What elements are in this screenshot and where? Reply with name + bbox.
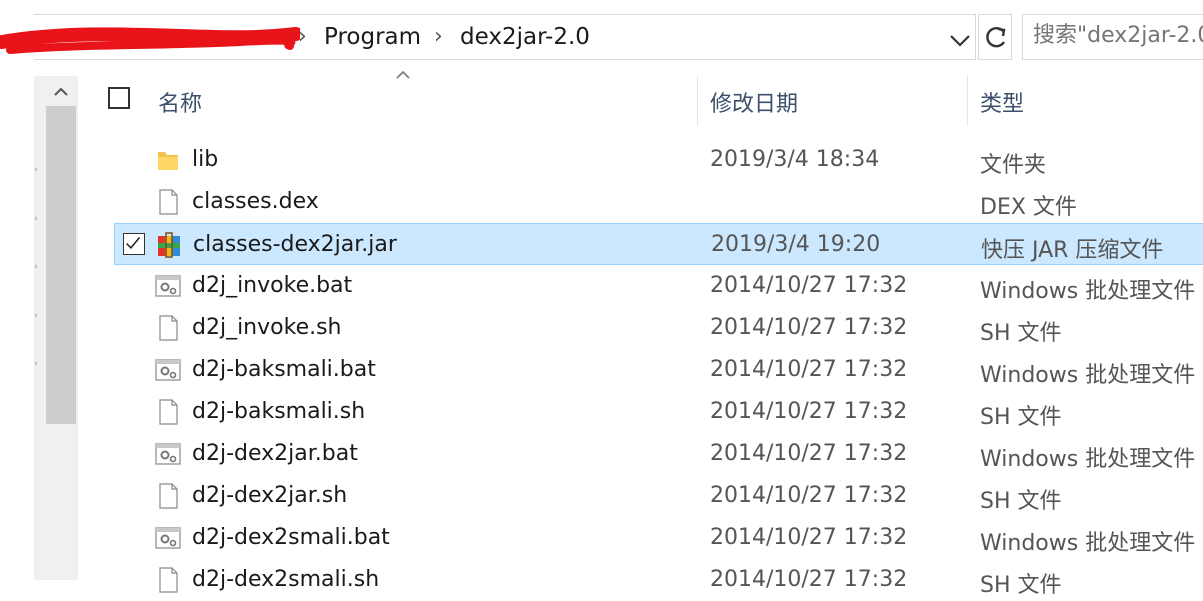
archive-icon xyxy=(158,232,180,258)
file-name[interactable]: d2j-dex2jar.sh xyxy=(192,483,347,508)
file-type: Windows 批处理文件 xyxy=(980,363,1196,388)
file-date: 2014/10/27 17:32 xyxy=(710,357,908,382)
refresh-button[interactable] xyxy=(978,14,1012,60)
file-date: 2014/10/27 17:32 xyxy=(710,399,908,424)
file-date: 2014/10/27 17:32 xyxy=(710,483,908,508)
file-date: 2014/10/27 17:32 xyxy=(710,525,908,550)
nav-scrollbar-thumb[interactable] xyxy=(46,106,76,424)
file-name[interactable]: d2j-baksmali.bat xyxy=(192,357,376,382)
file-name[interactable]: classes.dex xyxy=(192,189,319,214)
file-name[interactable]: classes-dex2jar.jar xyxy=(193,232,397,257)
file-type: SH 文件 xyxy=(980,489,1062,514)
breadcrumb-dex2jar[interactable]: dex2jar-2.0 xyxy=(460,24,590,50)
file-name[interactable]: d2j_invoke.sh xyxy=(192,315,342,340)
file-row[interactable]: d2j-dex2smali.bat 2014/10/27 17:32 Windo… xyxy=(114,517,1203,559)
refresh-icon xyxy=(986,26,1006,48)
file-icon xyxy=(159,399,178,425)
search-input[interactable] xyxy=(1033,23,1203,48)
file-type: SH 文件 xyxy=(980,405,1062,430)
file-row[interactable]: d2j-baksmali.sh 2014/10/27 17:32 SH 文件 xyxy=(114,391,1203,433)
checkmark-icon xyxy=(126,236,141,249)
batch-file-icon xyxy=(155,527,181,549)
file-type: Windows 批处理文件 xyxy=(980,279,1196,304)
file-date: 2014/10/27 17:32 xyxy=(710,441,908,466)
breadcrumb-separator-icon: › xyxy=(434,24,443,49)
file-row[interactable]: d2j_invoke.sh 2014/10/27 17:32 SH 文件 xyxy=(114,307,1203,349)
expand-arrow-icon[interactable]: › xyxy=(34,165,38,175)
file-type: DEX 文件 xyxy=(980,195,1077,220)
file-icon xyxy=(159,483,178,509)
file-name[interactable]: d2j-baksmali.sh xyxy=(192,399,365,424)
column-header-name[interactable]: 名称 xyxy=(158,86,202,136)
file-name[interactable]: d2j-dex2smali.bat xyxy=(192,525,390,550)
file-icon xyxy=(159,315,178,341)
file-date: 2014/10/27 17:32 xyxy=(710,273,908,298)
folder-icon xyxy=(158,152,178,170)
file-name[interactable]: lib xyxy=(192,147,218,172)
file-type: Windows 批处理文件 xyxy=(980,531,1196,556)
file-icon xyxy=(159,189,178,215)
batch-file-icon xyxy=(155,275,181,297)
file-row[interactable]: lib 2019/3/4 18:34 文件夹 xyxy=(114,139,1203,181)
file-row[interactable]: d2j-dex2jar.sh 2014/10/27 17:32 SH 文件 xyxy=(114,475,1203,517)
file-date: 2019/3/4 18:34 xyxy=(710,147,880,172)
file-row[interactable]: d2j-baksmali.bat 2014/10/27 17:32 Window… xyxy=(114,349,1203,391)
column-header-date[interactable]: 修改日期 xyxy=(710,86,798,136)
batch-file-icon xyxy=(155,359,181,381)
column-divider[interactable] xyxy=(967,76,968,126)
scroll-up-icon[interactable] xyxy=(46,82,76,102)
file-type: 快压 JAR 压缩文件 xyxy=(981,238,1164,263)
file-date: 2019/3/4 19:20 xyxy=(711,232,881,257)
chevron-down-icon[interactable] xyxy=(946,22,974,58)
file-row[interactable]: classes.dex DEX 文件 xyxy=(114,181,1203,223)
search-box[interactable] xyxy=(1022,14,1203,60)
redaction-scribble xyxy=(0,27,300,54)
expand-arrow-icon[interactable]: › xyxy=(34,359,38,369)
expand-arrow-icon[interactable]: › xyxy=(34,262,38,272)
sort-ascending-icon xyxy=(396,70,410,79)
file-row[interactable]: d2j_invoke.bat 2014/10/27 17:32 Windows … xyxy=(114,265,1203,307)
file-name[interactable]: d2j_invoke.bat xyxy=(192,273,352,298)
breadcrumb-program[interactable]: Program xyxy=(324,24,421,50)
file-row-selected[interactable]: classes-dex2jar.jar 2019/3/4 19:20 快压 JA… xyxy=(114,223,1203,265)
address-bar-row: › Program › dex2jar-2.0 xyxy=(0,0,1203,76)
file-name[interactable]: d2j-dex2jar.bat xyxy=(192,441,358,466)
row-checkbox[interactable] xyxy=(123,233,145,255)
expand-arrow-icon[interactable]: › xyxy=(34,311,38,321)
batch-file-icon xyxy=(155,443,181,465)
expand-arrow-icon[interactable]: › xyxy=(34,214,38,224)
file-date: 2014/10/27 17:32 xyxy=(710,315,908,340)
column-header-type[interactable]: 类型 xyxy=(980,86,1024,136)
file-type: 文件夹 xyxy=(980,153,1047,178)
select-all-checkbox[interactable] xyxy=(108,87,130,109)
column-divider[interactable] xyxy=(697,76,698,126)
file-icon xyxy=(159,567,178,593)
breadcrumb-separator-icon: › xyxy=(298,24,307,49)
file-type: Windows 批处理文件 xyxy=(980,447,1196,472)
file-row[interactable]: d2j-dex2smali.sh 2014/10/27 17:32 SH 文件 xyxy=(114,559,1203,601)
file-row[interactable]: d2j-dex2jar.bat 2014/10/27 17:32 Windows… xyxy=(114,433,1203,475)
file-type: SH 文件 xyxy=(980,321,1062,346)
file-type: SH 文件 xyxy=(980,573,1062,598)
